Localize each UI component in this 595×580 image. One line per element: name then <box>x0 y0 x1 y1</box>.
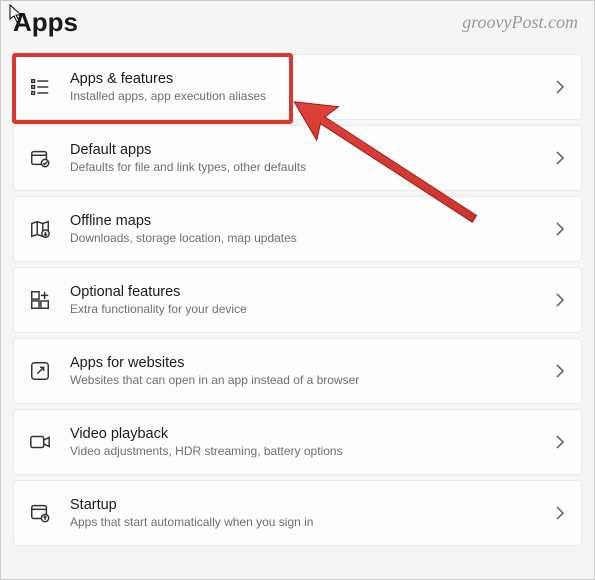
item-optional-features[interactable]: Optional features Extra functionality fo… <box>13 267 582 333</box>
page-title: Apps <box>13 7 78 38</box>
video-playback-icon <box>28 430 52 454</box>
item-title: Video playback <box>70 425 537 443</box>
item-title: Apps for websites <box>70 354 537 372</box>
apps-websites-icon <box>28 359 52 383</box>
optional-features-icon <box>28 288 52 312</box>
page-header: Apps groovyPost.com <box>1 1 594 42</box>
item-title: Optional features <box>70 283 537 301</box>
item-subtitle: Extra functionality for your device <box>70 302 537 318</box>
item-texts: Apps & features Installed apps, app exec… <box>70 70 537 105</box>
chevron-right-icon <box>555 506 565 520</box>
item-apps-features[interactable]: Apps & features Installed apps, app exec… <box>13 54 582 120</box>
offline-maps-icon <box>28 217 52 241</box>
item-subtitle: Video adjustments, HDR streaming, batter… <box>70 444 537 460</box>
chevron-right-icon <box>555 80 565 94</box>
item-offline-maps[interactable]: Offline maps Downloads, storage location… <box>13 196 582 262</box>
item-title: Offline maps <box>70 212 537 230</box>
watermark: groovyPost.com <box>462 12 578 33</box>
item-texts: Offline maps Downloads, storage location… <box>70 212 537 247</box>
settings-list: Apps & features Installed apps, app exec… <box>1 42 594 546</box>
item-subtitle: Downloads, storage location, map updates <box>70 231 537 247</box>
item-subtitle: Apps that start automatically when you s… <box>70 515 537 531</box>
chevron-right-icon <box>555 435 565 449</box>
chevron-right-icon <box>555 364 565 378</box>
item-video-playback[interactable]: Video playback Video adjustments, HDR st… <box>13 409 582 475</box>
item-subtitle: Defaults for file and link types, other … <box>70 160 537 176</box>
default-apps-icon <box>28 146 52 170</box>
item-default-apps[interactable]: Default apps Defaults for file and link … <box>13 125 582 191</box>
item-title: Startup <box>70 496 537 514</box>
item-subtitle: Websites that can open in an app instead… <box>70 373 537 389</box>
item-apps-websites[interactable]: Apps for websites Websites that can open… <box>13 338 582 404</box>
item-title: Default apps <box>70 141 537 159</box>
item-texts: Startup Apps that start automatically wh… <box>70 496 537 531</box>
chevron-right-icon <box>555 222 565 236</box>
item-texts: Apps for websites Websites that can open… <box>70 354 537 389</box>
startup-icon <box>28 501 52 525</box>
item-texts: Video playback Video adjustments, HDR st… <box>70 425 537 460</box>
item-texts: Optional features Extra functionality fo… <box>70 283 537 318</box>
chevron-right-icon <box>555 293 565 307</box>
item-subtitle: Installed apps, app execution aliases <box>70 89 537 105</box>
item-texts: Default apps Defaults for file and link … <box>70 141 537 176</box>
chevron-right-icon <box>555 151 565 165</box>
item-startup[interactable]: Startup Apps that start automatically wh… <box>13 480 582 546</box>
item-title: Apps & features <box>70 70 537 88</box>
apps-features-icon <box>28 75 52 99</box>
